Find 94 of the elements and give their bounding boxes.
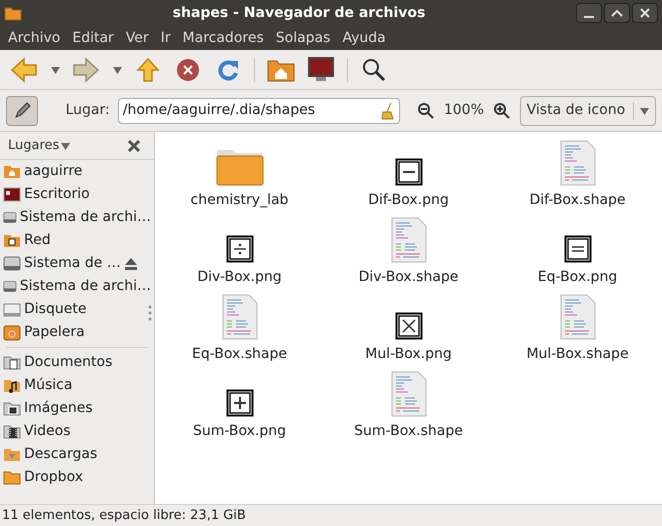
eject-icon[interactable] bbox=[124, 257, 138, 270]
sidebar-item[interactable]: Videos bbox=[0, 420, 154, 443]
location-label: Lugar: bbox=[66, 101, 110, 120]
plus-box-icon[interactable] bbox=[226, 389, 254, 417]
text-document-icon[interactable] bbox=[560, 140, 596, 186]
maximize-icon bbox=[611, 9, 623, 17]
file-name[interactable]: Eq-Box.png bbox=[538, 267, 618, 288]
sidebar-item[interactable]: aaguirre bbox=[0, 160, 154, 183]
stop-icon bbox=[176, 58, 200, 82]
caret-icon bbox=[50, 66, 60, 74]
sidebar-item[interactable]: Imágenes bbox=[0, 397, 154, 420]
file-name[interactable]: Div-Box.shape bbox=[358, 267, 458, 288]
videos-folder-icon bbox=[3, 423, 21, 440]
text-document-icon[interactable] bbox=[390, 217, 426, 263]
caret-icon bbox=[61, 142, 70, 150]
monitor-icon bbox=[307, 56, 335, 82]
network-folder-icon bbox=[3, 232, 21, 249]
minimize-button[interactable] bbox=[576, 3, 602, 23]
home-folder-icon bbox=[267, 58, 295, 82]
file-name[interactable]: Mul-Box.png bbox=[365, 344, 452, 365]
menu-item[interactable]: Ver bbox=[122, 28, 153, 48]
file-name[interactable]: Mul-Box.shape bbox=[526, 344, 629, 365]
zoom-out-icon bbox=[416, 102, 435, 120]
folder-icon bbox=[3, 469, 21, 486]
menu-item[interactable]: Marcadores bbox=[178, 28, 268, 48]
drive-icon bbox=[3, 209, 17, 226]
caret-icon bbox=[112, 66, 122, 74]
zoom-out-button[interactable] bbox=[416, 100, 436, 120]
reload-icon bbox=[216, 58, 240, 82]
sidebar-item[interactable]: Música bbox=[0, 374, 154, 397]
status-text: 11 elementos, espacio libre: 23,1 GiB bbox=[2, 506, 246, 525]
resize-handle-icon[interactable] bbox=[148, 304, 152, 322]
search-icon bbox=[362, 58, 386, 82]
folder-icon[interactable] bbox=[216, 148, 264, 186]
times-box-icon[interactable] bbox=[394, 312, 422, 340]
window-title: shapes - Navegador de archivos bbox=[172, 4, 426, 22]
menu-item[interactable]: Ayuda bbox=[338, 28, 390, 48]
equals-box-icon[interactable] bbox=[564, 235, 592, 263]
minus-box-icon[interactable] bbox=[394, 158, 422, 186]
maximize-button[interactable] bbox=[604, 3, 630, 23]
home-folder-icon bbox=[3, 163, 21, 180]
menu-item[interactable]: Archivo bbox=[4, 28, 64, 48]
menu-item[interactable]: Editar bbox=[68, 28, 118, 48]
up-arrow-icon bbox=[136, 56, 160, 82]
file-name[interactable]: Eq-Box.shape bbox=[192, 344, 287, 365]
file-name[interactable]: Sum-Box.shape bbox=[354, 421, 463, 442]
divide-box-icon[interactable] bbox=[226, 235, 254, 263]
file-name[interactable]: chemistry_lab bbox=[190, 190, 288, 211]
floppy-icon bbox=[3, 301, 21, 318]
pictures-folder-icon bbox=[3, 400, 21, 417]
desktop-icon bbox=[3, 186, 21, 203]
file-name[interactable]: Sum-Box.png bbox=[192, 421, 286, 442]
sidebar-item[interactable]: Documentos bbox=[0, 351, 154, 374]
back-button[interactable] bbox=[8, 54, 40, 84]
zoom-in-button[interactable] bbox=[492, 100, 512, 120]
trash-icon bbox=[3, 324, 21, 341]
documents-folder-icon bbox=[3, 354, 21, 371]
location-field[interactable]: /home/aaguirre/.dia/shapes bbox=[118, 98, 400, 124]
file-name[interactable]: Dif-Box.shape bbox=[529, 190, 626, 211]
zoom-level: 100% bbox=[444, 101, 484, 120]
broom-icon bbox=[381, 102, 396, 120]
text-document-icon[interactable] bbox=[222, 294, 258, 340]
file-name[interactable]: Dif-Box.png bbox=[368, 190, 449, 211]
sidebar-item[interactable]: Descargas bbox=[0, 443, 154, 466]
sidebar-item[interactable]: Papelera bbox=[0, 321, 154, 344]
view-dropdown[interactable]: Vista de icono bbox=[520, 96, 656, 126]
drive-icon bbox=[3, 255, 21, 272]
back-arrow-icon bbox=[10, 56, 38, 82]
sidebar-item[interactable]: Escritorio bbox=[0, 183, 154, 206]
downloads-folder-icon bbox=[3, 446, 21, 463]
caret-icon bbox=[640, 106, 649, 114]
drive-icon bbox=[3, 278, 17, 295]
zoom-in-icon bbox=[492, 102, 511, 120]
folder-icon bbox=[4, 5, 22, 21]
close-button[interactable] bbox=[632, 3, 658, 23]
sidebar-item[interactable]: Sistema de … bbox=[0, 252, 154, 275]
menu-item[interactable]: Solapas bbox=[272, 28, 334, 48]
sidebar-item[interactable]: Sistema de archi… bbox=[0, 206, 154, 229]
sidebar-item[interactable]: Red bbox=[0, 229, 154, 252]
close-icon[interactable] bbox=[128, 140, 140, 152]
minimize-icon bbox=[584, 16, 594, 18]
text-document-icon[interactable] bbox=[390, 371, 426, 417]
sidebar-item[interactable]: Sistema de archi… bbox=[0, 275, 154, 298]
menu-item[interactable]: Ir bbox=[156, 28, 175, 48]
text-document-icon[interactable] bbox=[560, 294, 596, 340]
edit-location-button[interactable] bbox=[6, 96, 38, 126]
sidebar-item[interactable]: Disquete bbox=[0, 298, 154, 321]
music-folder-icon bbox=[3, 377, 21, 394]
sidebar-item[interactable]: Dropbox bbox=[0, 466, 154, 489]
file-name[interactable]: Div-Box.png bbox=[197, 267, 282, 288]
forward-arrow-icon bbox=[72, 56, 100, 82]
close-icon bbox=[640, 8, 650, 18]
pencil-icon bbox=[12, 102, 31, 120]
sidebar-title[interactable]: Lugares bbox=[8, 136, 60, 156]
